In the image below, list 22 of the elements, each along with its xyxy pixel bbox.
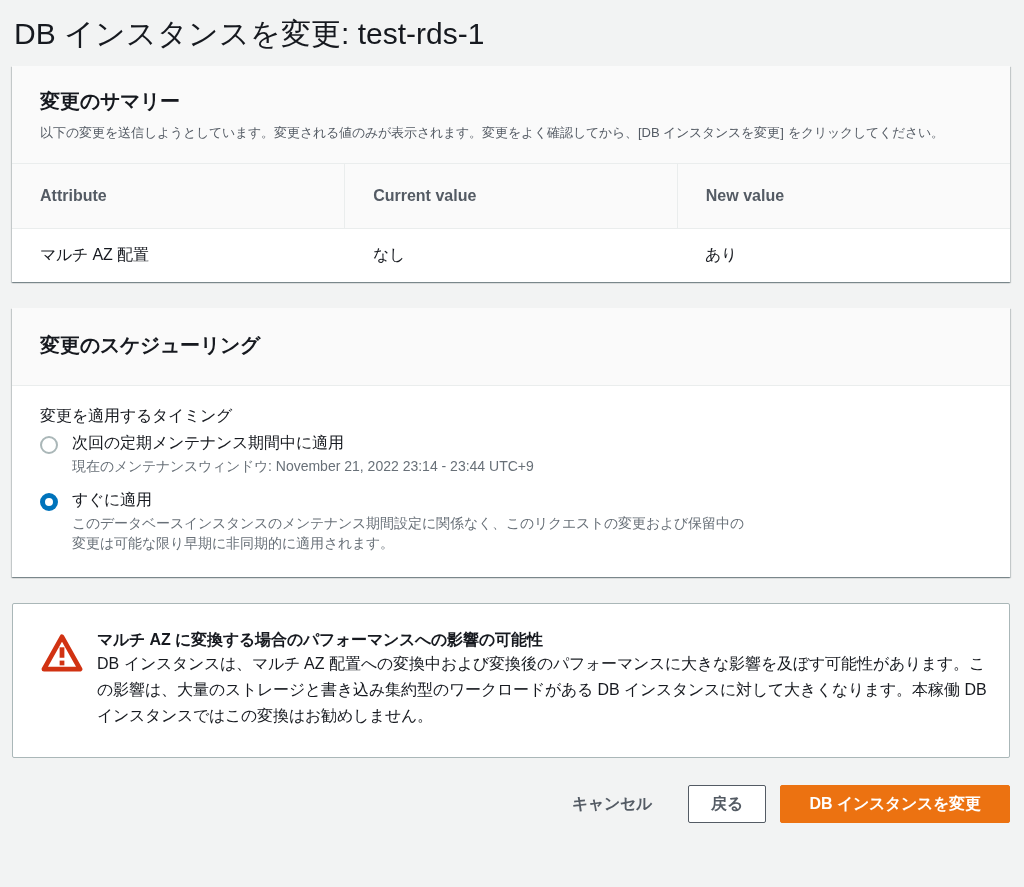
cancel-button[interactable]: キャンセル: [550, 785, 675, 823]
card-title: 変更のスケジューリング: [40, 333, 262, 358]
alert-message: DB インスタンスは、マルチ AZ 配置への変換中および変換後のパフォーマンスに大きな影響を及ぼす可能性があります。この影響は、大量のストレージと書き込み集約型のワークロードがある DB インスタンスに対して大きくなります。本稼働 DB インスタンスではこの変換はお勧めしません。: [97, 654, 987, 726]
option-description: 現在のメンテナンスウィンドウ: November 21, 2022 23:14 - 23:44 UTC+9: [72, 457, 535, 476]
option-description: このデータベースインスタンスのメンテナンス期間設定に関係なく、このリクエストの変更および保留中の変更は可能な限り早期に非同期的に適用されます。: [72, 514, 745, 553]
warning-icon: [41, 634, 83, 672]
column-header: Attribute: [12, 164, 345, 229]
radio-button[interactable]: [40, 436, 58, 454]
table-cell: マルチ AZ 配置: [12, 228, 345, 282]
column-header: Current value: [344, 164, 678, 229]
table-cell: なし: [344, 228, 678, 282]
back-button[interactable]: 戻る: [688, 785, 767, 823]
card-title: 変更のサマリー: [40, 89, 181, 114]
table-cell: あり: [677, 228, 1010, 282]
option-label: すぐに適用: [72, 490, 153, 510]
field-label: 変更を適用するタイミング: [40, 406, 233, 426]
alert-title: マルチ AZ に変換する場合のパフォーマンスへの影響の可能性: [97, 630, 545, 650]
column-header: New value: [677, 164, 1010, 229]
card-description: 以下の変更を送信しようとしています。変更される値のみが表示されます。変更をよく確認してから、[DB インスタンスを変更] をクリックしてください。: [40, 124, 945, 142]
option-label: 次回の定期メンテナンス期間中に適用: [72, 433, 345, 453]
page-title: DB インスタンスを変更: test-rds-1: [13, 16, 486, 52]
radio-button[interactable]: [40, 493, 58, 511]
